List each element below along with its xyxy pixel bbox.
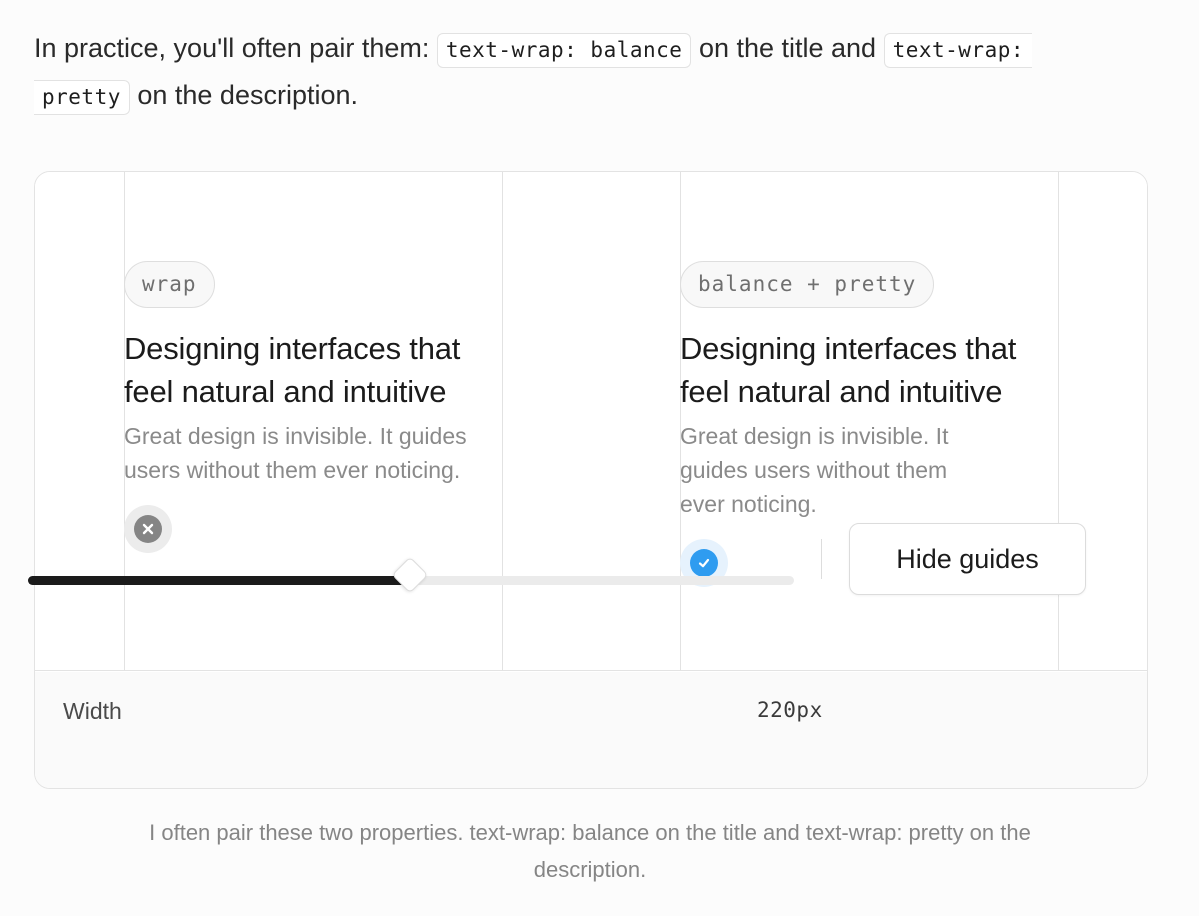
code-text-wrap-pretty-part1: text-wrap: [883,33,1033,68]
intro-middle: on the title and [691,33,884,63]
guide-line [502,172,503,671]
description-line: guides users without them [680,457,948,483]
wrap-example: wrap Designing interfaces that feel natu… [124,261,496,553]
description-line: Great design is invisible. It [680,423,949,449]
width-label: Width [63,698,122,724]
intro-suffix: on the description. [129,80,359,110]
code-text-wrap-pretty-part2: pretty [34,80,130,115]
demo-card: wrap Designing interfaces that feel natu… [34,171,1148,789]
title-line: Designing interfaces that [680,331,1017,366]
check-icon [690,549,718,577]
guide-line [1058,172,1059,671]
description-line: ever noticing. [680,491,817,517]
width-value: 220px [757,698,823,722]
fail-status-badge [124,505,172,553]
controls-bar: Width 220px [35,672,1147,788]
balance-pretty-example-description: Great design is invisible. It guides user… [680,419,1058,521]
balance-pretty-example-title: Designing interfaces that feel natural an… [680,327,1058,413]
wrap-example-description: Great design is invisible. It guides use… [124,423,467,483]
hide-guides-button[interactable]: Hide guides [849,523,1086,595]
intro-prefix: In practice, you'll often pair them: [34,33,437,63]
code-text-wrap-balance: text-wrap: balance [436,33,692,68]
title-line: feel natural and intuitive [680,374,1003,409]
intro-paragraph: In practice, you'll often pair them: tex… [34,26,1154,120]
x-icon [134,515,162,543]
wrap-example-title: Designing interfaces that feel natural a… [124,331,461,409]
demo-stage: wrap Designing interfaces that feel natu… [35,172,1147,671]
balance-pretty-label-pill: balance + pretty [680,261,935,308]
slider-fill [28,576,410,585]
divider [821,539,822,579]
width-slider[interactable] [28,556,794,594]
caption: I often pair these two properties. text-… [149,820,1031,882]
wrap-label-pill: wrap [124,261,215,308]
